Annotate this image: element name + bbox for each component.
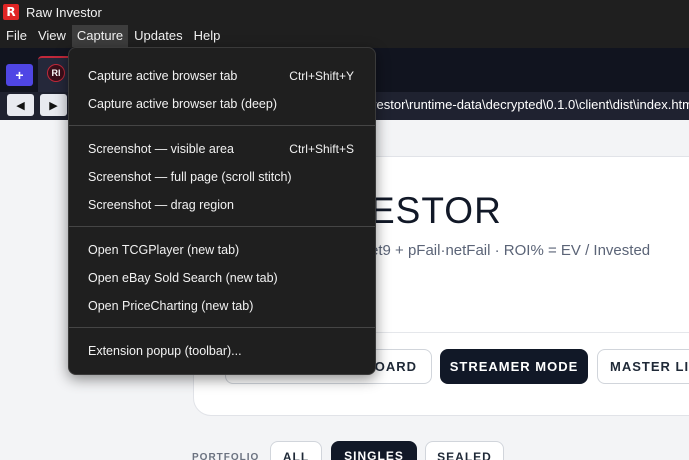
ev-formula-text: et9 + pFail·netFail · ROI% = EV / Invest…	[370, 242, 651, 259]
menu-updates[interactable]: Updates	[129, 25, 187, 47]
master-list-button[interactable]: MASTER LIS	[597, 349, 689, 384]
app-logo-icon: R	[3, 4, 19, 20]
menu-item-extension-popup[interactable]: Extension popup (toolbar)...	[69, 337, 375, 365]
arrow-right-icon: ▶	[49, 99, 58, 112]
menu-item-label: Screenshot — drag region	[88, 198, 234, 212]
page-title: ESTOR	[370, 190, 502, 231]
menu-separator	[69, 327, 375, 328]
new-tab-button[interactable]: +	[6, 64, 33, 86]
title-bar: R Raw Investor	[0, 0, 689, 24]
menu-item-open-ebay[interactable]: Open eBay Sold Search (new tab)	[69, 264, 375, 292]
menu-help[interactable]: Help	[189, 25, 226, 47]
portfolio-label: PORTFOLIO	[192, 452, 260, 460]
streamer-mode-button[interactable]: STREAMER MODE	[440, 349, 588, 384]
menu-item-label: Capture active browser tab (deep)	[88, 97, 277, 111]
segment-singles[interactable]: SINGLES	[331, 441, 417, 460]
menu-item-label: Capture active browser tab	[88, 69, 238, 83]
capture-menu-dropdown: Capture active browser tab Ctrl+Shift+Y …	[68, 47, 376, 375]
menu-item-label: Open PriceCharting (new tab)	[88, 299, 254, 313]
menu-item-screenshot-drag[interactable]: Screenshot — drag region	[69, 191, 375, 219]
menu-item-screenshot-full-page[interactable]: Screenshot — full page (scroll stitch)	[69, 163, 375, 191]
menu-item-label: Screenshot — visible area	[88, 142, 234, 156]
menu-item-shortcut: Ctrl+Shift+Y	[289, 69, 354, 83]
menu-item-label: Open eBay Sold Search (new tab)	[88, 271, 278, 285]
address-bar[interactable]: vestor\runtime-data\decrypted\0.1.0\clie…	[370, 94, 689, 116]
segment-sealed[interactable]: SEALED	[425, 441, 504, 460]
menu-item-label: Screenshot — full page (scroll stitch)	[88, 170, 292, 184]
menu-separator	[69, 226, 375, 227]
menu-separator	[69, 125, 375, 126]
menu-file[interactable]: File	[1, 25, 32, 47]
menu-view[interactable]: View	[33, 25, 71, 47]
menu-item-open-tcgplayer[interactable]: Open TCGPlayer (new tab)	[69, 236, 375, 264]
browser-tab[interactable]: RI	[38, 56, 72, 92]
menu-item-screenshot-visible[interactable]: Screenshot — visible area Ctrl+Shift+S	[69, 135, 375, 163]
menu-capture[interactable]: Capture	[71, 25, 129, 47]
back-button[interactable]: ◀	[7, 94, 34, 116]
menu-item-capture-tab-deep[interactable]: Capture active browser tab (deep)	[69, 90, 375, 118]
forward-button[interactable]: ▶	[40, 94, 67, 116]
menu-item-label: Extension popup (toolbar)...	[88, 344, 242, 358]
menu-bar: File View Capture Updates Help	[0, 24, 689, 48]
menu-item-shortcut: Ctrl+Shift+S	[289, 142, 354, 156]
segment-all[interactable]: ALL	[270, 441, 322, 460]
arrow-left-icon: ◀	[16, 99, 25, 112]
menu-item-capture-tab[interactable]: Capture active browser tab Ctrl+Shift+Y	[69, 62, 375, 90]
tab-favicon-icon: RI	[47, 64, 65, 82]
menu-item-open-pricecharting[interactable]: Open PriceCharting (new tab)	[69, 292, 375, 320]
app-title: Raw Investor	[26, 4, 102, 20]
menu-item-label: Open TCGPlayer (new tab)	[88, 243, 240, 257]
